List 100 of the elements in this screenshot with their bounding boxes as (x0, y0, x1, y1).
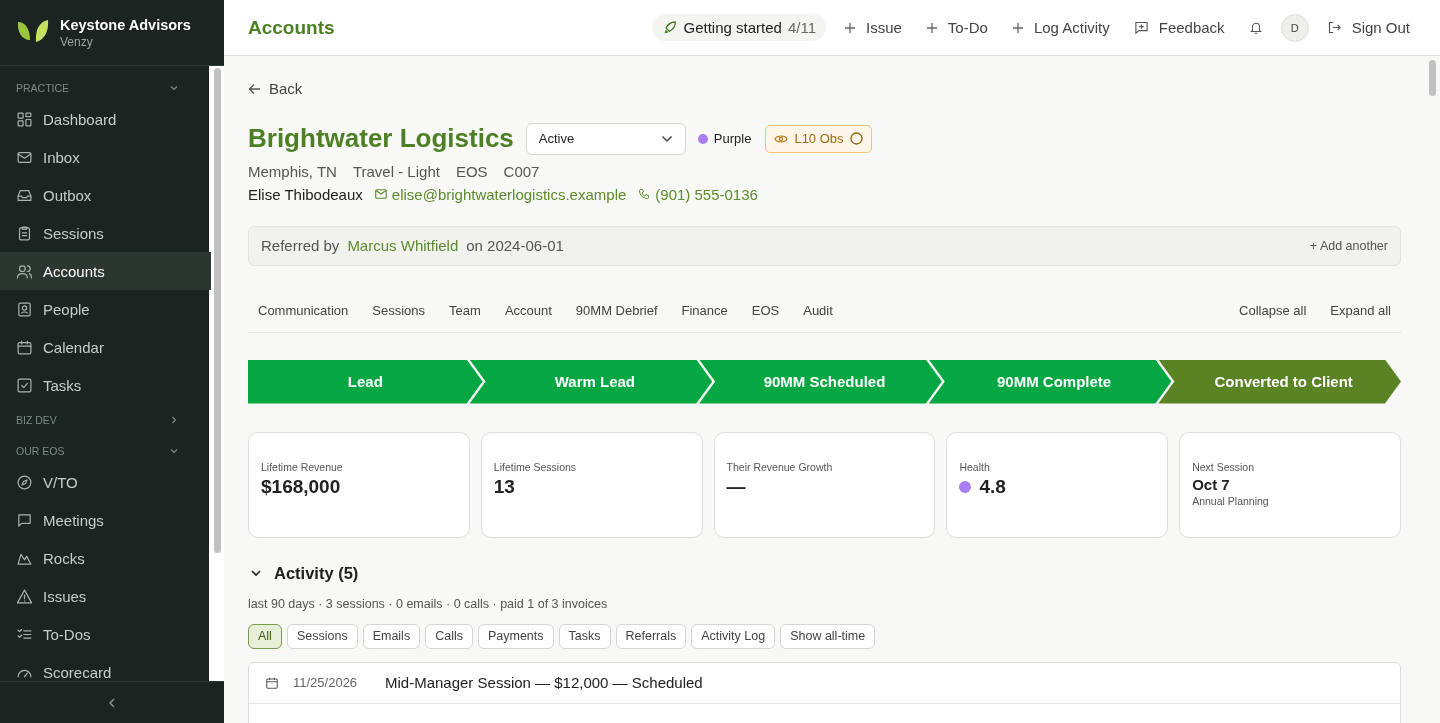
meta-text: Travel - Light (352, 162, 440, 180)
nav-icon (16, 224, 33, 242)
plus-icon (844, 21, 856, 34)
contact-name: Elise Thibodeaux (248, 185, 363, 203)
meta-text: C007 (503, 162, 540, 180)
nav-item[interactable]: Calendar (0, 328, 211, 366)
filter-chip[interactable]: Sessions (286, 623, 358, 649)
nav-item[interactable]: Meetings (0, 501, 211, 539)
section-header[interactable]: PRACTICE (0, 76, 211, 100)
nav-item[interactable]: Sessions (0, 214, 211, 252)
add-button[interactable]: Log Activity (1005, 19, 1116, 36)
nav-item[interactable]: V/TO (0, 463, 211, 501)
referral-label: Referred by (261, 237, 340, 254)
page-title: Accounts (248, 16, 335, 39)
stat-label: Health (959, 460, 991, 473)
nav-icon (16, 376, 33, 394)
section-tab[interactable]: Audit (803, 303, 833, 318)
chevron-icon (169, 415, 179, 425)
sign-out-icon (1326, 20, 1342, 35)
filter-chip[interactable]: Activity Log (691, 623, 776, 649)
stat-value: 13 (493, 475, 515, 498)
section-action[interactable]: Expand all (1330, 303, 1391, 318)
referral-date: on 2024-06-01 (466, 237, 564, 254)
tag-label: Purple (713, 131, 752, 146)
referrer-link[interactable]: Marcus Whitfield (347, 237, 459, 254)
nav-item[interactable]: Accounts (0, 252, 211, 290)
pipeline-stage[interactable]: Converted to Client (1158, 359, 1401, 404)
section-tab[interactable]: 90MM Debrief (575, 303, 658, 318)
nav-item[interactable]: Tasks (0, 366, 211, 404)
add-button[interactable]: Issue (838, 19, 908, 36)
scrollbar[interactable] (1429, 60, 1436, 96)
nav-icon (16, 300, 33, 318)
collapse-icon[interactable] (107, 696, 117, 709)
chevron-icon[interactable] (250, 567, 262, 579)
account-name: Brightwater Logistics (248, 123, 514, 154)
stat-label: Next Session (1192, 460, 1256, 473)
section-tab[interactable]: Account (504, 303, 552, 318)
filter-chip[interactable]: Show all-time (780, 623, 876, 649)
stat-value: — (726, 475, 746, 498)
email-link[interactable]: elise@brightwaterlogistics.example (374, 185, 627, 203)
stat-label: Their Revenue Growth (726, 460, 834, 473)
stat-value: $168,000 (261, 475, 341, 498)
sign-out-button[interactable]: Sign Out (1320, 19, 1416, 36)
nav-icon (16, 262, 33, 280)
nav-item[interactable]: Issues (0, 577, 211, 615)
nav-item[interactable]: Rocks (0, 539, 211, 577)
meta-text: EOS (455, 162, 488, 180)
mail-icon (374, 189, 387, 199)
feedback-icon (1133, 20, 1149, 35)
nav-item[interactable]: Inbox (0, 138, 211, 176)
section-header[interactable]: BIZ DEV (0, 408, 211, 432)
feedback-button[interactable]: Feedback (1127, 19, 1231, 36)
section-tab[interactable]: Communication (258, 303, 349, 318)
eye-icon (774, 133, 789, 144)
nav-item[interactable]: To-Dos (0, 615, 211, 653)
add-button[interactable]: To-Do (919, 19, 994, 36)
bell-icon[interactable] (1248, 20, 1263, 35)
stat-label: Lifetime Revenue (261, 460, 344, 473)
filter-chip[interactable]: All (248, 623, 282, 649)
activity-text: Mid-Manager Session — $12,000 — Scheduled (385, 674, 703, 691)
section-tab[interactable]: Sessions (372, 303, 426, 318)
nav-item[interactable]: Scorecard (0, 653, 211, 681)
nav-icon (16, 511, 33, 529)
back-link[interactable]: Back (248, 80, 303, 97)
section-tab[interactable]: Finance (681, 303, 728, 318)
section-tab[interactable]: Team (449, 303, 481, 318)
nav-item[interactable]: Outbox (0, 176, 211, 214)
status-dropdown[interactable]: Active (525, 122, 686, 155)
filter-chip[interactable]: Referrals (615, 623, 687, 649)
nav-item[interactable]: People (0, 290, 211, 328)
nav-icon (16, 110, 33, 128)
circle-icon (849, 132, 863, 145)
nav-item[interactable]: Dashboard (0, 100, 211, 138)
activity-summary: last 90 days · 3 sessions · 0 emails · 0 calls · paid 1 of 3 invoices (248, 596, 609, 611)
scrollbar[interactable] (214, 68, 221, 553)
stat-value: 4.8 (979, 475, 1006, 498)
nav-icon (16, 473, 33, 491)
meta-text: Memphis, TN (248, 162, 337, 180)
activity-title: Activity (5) (274, 563, 359, 583)
phone-icon (638, 188, 651, 200)
chevron-icon (169, 446, 179, 456)
getting-started-button[interactable]: Getting started 4/11 (651, 14, 826, 41)
filter-chip[interactable]: Calls (425, 623, 473, 649)
nav-icon (16, 338, 33, 356)
user-avatar[interactable]: D (1280, 13, 1309, 42)
org-name: Keystone Advisors (60, 16, 191, 33)
filter-chip[interactable]: Emails (362, 623, 421, 649)
section-header[interactable]: OUR EOS (0, 439, 211, 463)
section-action[interactable]: Collapse all (1239, 303, 1307, 318)
activity-row[interactable]: 11/25/2026 Mid-Manager Session — $12,000 — Scheduled (249, 662, 1400, 704)
filter-chip[interactable]: Tasks (558, 623, 611, 649)
filter-chip[interactable]: Payments (477, 623, 554, 649)
arrow-left-icon (248, 82, 261, 95)
stat-value: Oct 7 (1192, 475, 1230, 493)
phone-link[interactable]: (901) 555-0136 (638, 185, 758, 203)
section-tab[interactable]: EOS (751, 303, 780, 318)
calendar-icon (265, 675, 279, 690)
add-referral-button[interactable]: + Add another (1309, 238, 1388, 253)
l10-badge[interactable]: L10 Obs (765, 124, 872, 153)
activity-date: 11/25/2026 (293, 675, 359, 690)
